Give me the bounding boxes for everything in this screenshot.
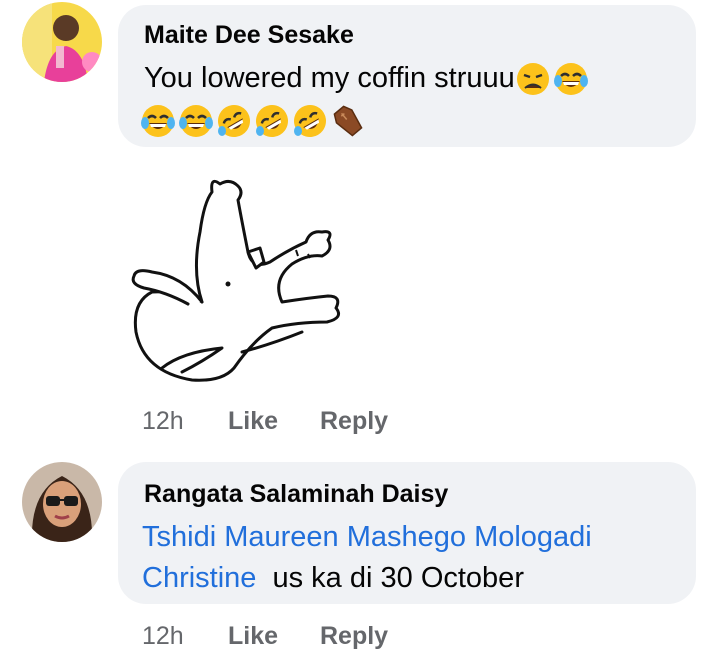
comment-emoji-line xyxy=(140,99,366,141)
comment-timestamp[interactable]: 12h xyxy=(142,622,184,651)
avatar[interactable] xyxy=(22,2,102,82)
mention-link[interactable]: Tshidi Maureen Mashego Mologadi xyxy=(142,521,592,553)
comment-text: You lowered my coffin struuu xyxy=(144,57,589,99)
tears-of-joy-emoji xyxy=(178,103,214,139)
like-button[interactable]: Like xyxy=(228,622,278,651)
rolling-laughing-emoji xyxy=(216,103,252,139)
comment-text-line1: Tshidi Maureen Mashego Mologadi xyxy=(142,516,592,558)
emoji-row-1 xyxy=(515,61,589,97)
emoji-row-2 xyxy=(140,103,366,139)
reply-button[interactable]: Reply xyxy=(320,407,388,436)
comment-timestamp[interactable]: 12h xyxy=(142,407,184,436)
like-button[interactable]: Like xyxy=(228,407,278,436)
comment-author[interactable]: Maite Dee Sesake xyxy=(144,21,354,50)
coffin-emoji xyxy=(330,103,366,139)
weary-face-emoji xyxy=(515,61,551,97)
comment-text-line2: Christine us ka di 30 October xyxy=(142,557,524,599)
reply-button[interactable]: Reply xyxy=(320,622,388,651)
comment-author[interactable]: Rangata Salaminah Daisy xyxy=(144,480,448,509)
tears-of-joy-emoji xyxy=(553,61,589,97)
comment-text-line1: You lowered my coffin struuu xyxy=(144,62,515,94)
rolling-laughing-emoji xyxy=(254,103,290,139)
comment-2: Rangata Salaminah Daisy Tshidi Maureen M… xyxy=(0,456,720,651)
comment-text: us ka di 30 October xyxy=(272,562,524,594)
comment-1: Maite Dee Sesake You lowered my coffin s… xyxy=(0,0,720,440)
avatar[interactable] xyxy=(22,462,102,542)
comment-bubble: Maite Dee Sesake You lowered my coffin s… xyxy=(118,5,696,147)
rolling-laughing-emoji xyxy=(292,103,328,139)
tears-of-joy-emoji xyxy=(140,103,176,139)
dancing-white-bird-sticker xyxy=(122,172,352,392)
mention-link[interactable]: Christine xyxy=(142,562,256,594)
comment-bubble: Rangata Salaminah Daisy Tshidi Maureen M… xyxy=(118,462,696,604)
